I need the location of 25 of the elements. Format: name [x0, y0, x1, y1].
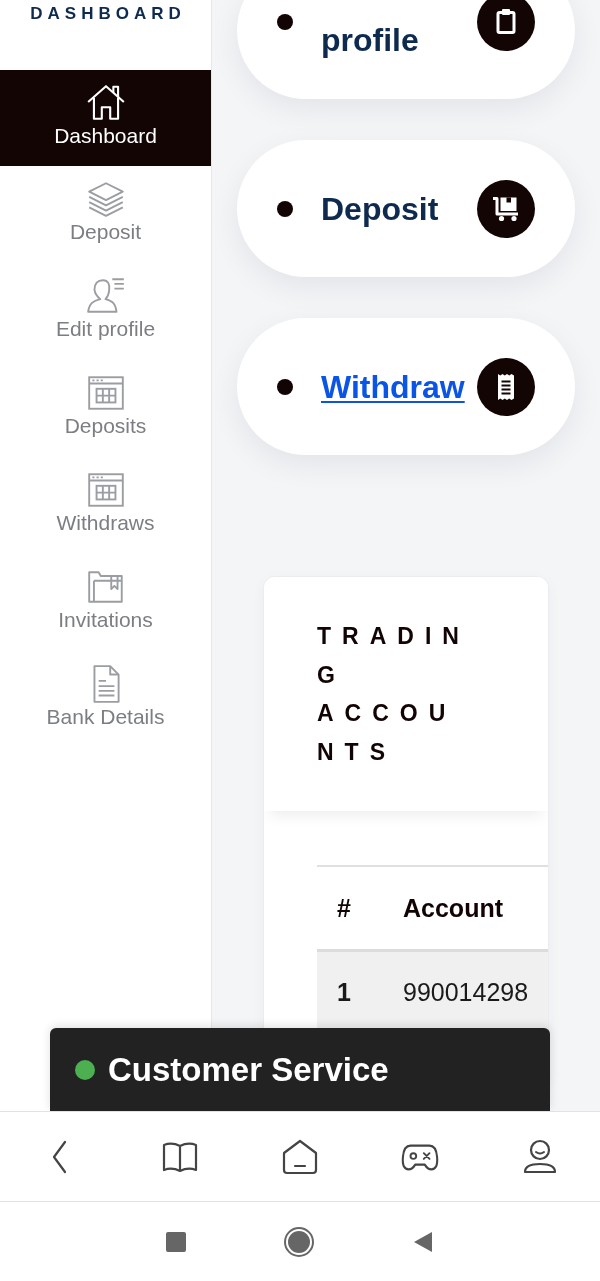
- sidebar-item[interactable]: Deposit: [0, 166, 211, 263]
- circle-icon[interactable]: [284, 1226, 314, 1257]
- shortcut-link[interactable]: Withdraw: [321, 367, 465, 406]
- sidebar-item[interactable]: Withdraws: [0, 457, 211, 554]
- brand-title: DASHBOARD: [29, 4, 186, 24]
- chat-bar[interactable]: Customer Service: [50, 1028, 550, 1111]
- section-title: TRADING ACCOUNTS: [317, 622, 471, 767]
- bullet-icon: [277, 14, 293, 30]
- sidebar-item[interactable]: Invitations: [0, 554, 211, 651]
- shortcut-title: profile: [321, 21, 419, 59]
- receipt-icon[interactable]: [477, 357, 535, 416]
- clipboard-icon[interactable]: [477, 0, 535, 51]
- profile-icon[interactable]: [521, 1137, 559, 1176]
- bullet-icon: [277, 200, 293, 217]
- bullet-icon: [277, 378, 293, 395]
- sidebar-item[interactable]: Edit profile: [0, 263, 211, 360]
- triangle-icon[interactable]: [412, 1230, 434, 1253]
- sidebar-item[interactable]: Deposits: [0, 360, 211, 457]
- cart-box-icon[interactable]: [477, 179, 535, 238]
- shortcut-title: Deposit: [321, 189, 439, 228]
- square-icon[interactable]: [166, 1231, 186, 1252]
- sidebar-item[interactable]: Bank Details: [0, 651, 211, 748]
- sidebar-item[interactable]: Dashboard: [0, 70, 211, 166]
- home-icon[interactable]: [281, 1137, 319, 1176]
- table-cell: 990014298: [383, 950, 548, 1032]
